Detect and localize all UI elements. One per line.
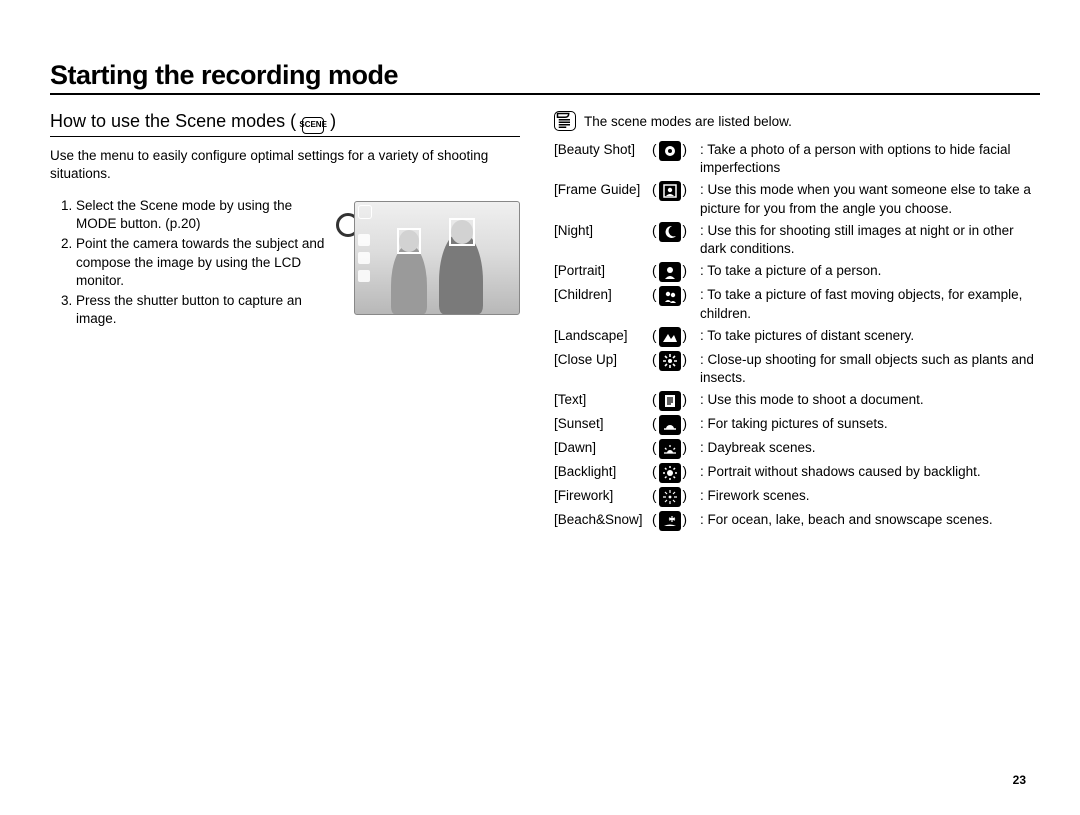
scene-description: : To take pictures of distant scenery. bbox=[700, 327, 1040, 345]
lcd-mode-icon bbox=[358, 205, 372, 219]
scene-icon-cell: () bbox=[652, 181, 698, 201]
page-number: 23 bbox=[1013, 773, 1026, 787]
scene-icon-cell: () bbox=[652, 487, 698, 507]
scene-label: [Dawn] bbox=[554, 439, 650, 457]
scene-mode-table: [Beauty Shot](): Take a photo of a perso… bbox=[554, 141, 1040, 531]
scene-label: [Night] bbox=[554, 222, 650, 240]
scene-description: : Use this for shooting still images at … bbox=[700, 222, 1040, 258]
scene-row: [Backlight](): Portrait without shadows … bbox=[554, 463, 1040, 483]
landscape-icon bbox=[659, 327, 681, 347]
beauty-icon bbox=[659, 141, 681, 161]
focus-box-icon bbox=[449, 218, 475, 246]
scene-icon-cell: () bbox=[652, 286, 698, 306]
scene-icon-cell: () bbox=[652, 511, 698, 531]
scene-label: [Backlight] bbox=[554, 463, 650, 481]
scene-description: : To take a picture of fast moving objec… bbox=[700, 286, 1040, 322]
scene-icon-cell: () bbox=[652, 439, 698, 459]
left-column: How to use the Scene modes ( SCENE ) Use… bbox=[50, 111, 520, 535]
scene-row: [Text](): Use this mode to shoot a docum… bbox=[554, 391, 1040, 411]
steps-and-figure: Select the Scene mode by using the MODE … bbox=[50, 197, 520, 331]
scene-description: : Daybreak scenes. bbox=[700, 439, 1040, 457]
scene-description: : To take a picture of a person. bbox=[700, 262, 1040, 280]
step-item: Press the shutter button to capture an i… bbox=[76, 292, 334, 328]
scene-icon-cell: () bbox=[652, 141, 698, 161]
scene-row: [Firework](): Firework scenes. bbox=[554, 487, 1040, 507]
night-icon bbox=[659, 222, 681, 242]
scene-row: [Beauty Shot](): Take a photo of a perso… bbox=[554, 141, 1040, 177]
scene-description: : Use this mode when you want someone el… bbox=[700, 181, 1040, 217]
scene-icon-cell: () bbox=[652, 262, 698, 282]
step-item: Select the Scene mode by using the MODE … bbox=[76, 197, 334, 233]
scene-row: [Portrait](): To take a picture of a per… bbox=[554, 262, 1040, 282]
scene-label: [Frame Guide] bbox=[554, 181, 650, 199]
steps-list: Select the Scene mode by using the MODE … bbox=[50, 197, 334, 331]
frame-icon bbox=[659, 181, 681, 201]
backlight-icon bbox=[659, 463, 681, 483]
children-icon bbox=[659, 286, 681, 306]
subhead-text: How to use the Scene modes ( bbox=[50, 111, 296, 132]
scene-description: : Firework scenes. bbox=[700, 487, 1040, 505]
scene-label: [Text] bbox=[554, 391, 650, 409]
scene-row: [Dawn](): Daybreak scenes. bbox=[554, 439, 1040, 459]
scene-row: [Beach&Snow](): For ocean, lake, beach a… bbox=[554, 511, 1040, 531]
lcd-preview-figure bbox=[348, 197, 520, 315]
page-title: Starting the recording mode bbox=[50, 60, 1040, 95]
scene-row: [Sunset](): For taking pictures of sunse… bbox=[554, 415, 1040, 435]
scene-label: [Sunset] bbox=[554, 415, 650, 433]
scene-description: : For taking pictures of sunsets. bbox=[700, 415, 1040, 433]
scene-description: : Take a photo of a person with options … bbox=[700, 141, 1040, 177]
note-icon bbox=[554, 111, 576, 131]
intro-text: Use the menu to easily configure optimal… bbox=[50, 147, 520, 183]
scene-row: [Landscape](): To take pictures of dista… bbox=[554, 327, 1040, 347]
right-column: The scene modes are listed below. [Beaut… bbox=[554, 111, 1040, 535]
scene-label: [Beauty Shot] bbox=[554, 141, 650, 159]
portrait-icon bbox=[659, 262, 681, 282]
scene-description: : Portrait without shadows caused by bac… bbox=[700, 463, 1040, 481]
scene-icon-cell: () bbox=[652, 327, 698, 347]
lcd-side-icons bbox=[358, 234, 370, 282]
scene-label: [Children] bbox=[554, 286, 650, 304]
scene-description: : Use this mode to shoot a document. bbox=[700, 391, 1040, 409]
dawn-icon bbox=[659, 439, 681, 459]
scene-description: : For ocean, lake, beach and snowscape s… bbox=[700, 511, 1040, 529]
step-item: Point the camera towards the subject and… bbox=[76, 235, 334, 290]
focus-box-icon bbox=[397, 228, 421, 254]
sunset-icon bbox=[659, 415, 681, 435]
scene-icon-cell: () bbox=[652, 463, 698, 483]
scene-mode-icon: SCENE bbox=[302, 117, 324, 134]
beachsnow-icon bbox=[659, 511, 681, 531]
scene-icon-cell: () bbox=[652, 415, 698, 435]
note-text: The scene modes are listed below. bbox=[584, 114, 792, 129]
scene-label: [Landscape] bbox=[554, 327, 650, 345]
scene-label: [Beach&Snow] bbox=[554, 511, 650, 529]
closeup-icon bbox=[659, 351, 681, 371]
scene-row: [Close Up](): Close-up shooting for smal… bbox=[554, 351, 1040, 387]
scene-row: [Frame Guide](): Use this mode when you … bbox=[554, 181, 1040, 217]
scene-icon-cell: () bbox=[652, 222, 698, 242]
scene-description: : Close-up shooting for small objects su… bbox=[700, 351, 1040, 387]
scene-label: [Close Up] bbox=[554, 351, 650, 369]
scene-icon-cell: () bbox=[652, 391, 698, 411]
scene-row: [Night](): Use this for shooting still i… bbox=[554, 222, 1040, 258]
note-row: The scene modes are listed below. bbox=[554, 111, 1040, 131]
lcd-screen bbox=[354, 201, 520, 315]
firework-icon bbox=[659, 487, 681, 507]
section-subhead: How to use the Scene modes ( SCENE ) bbox=[50, 111, 520, 137]
scene-row: [Children](): To take a picture of fast … bbox=[554, 286, 1040, 322]
text-icon bbox=[659, 391, 681, 411]
subhead-close: ) bbox=[330, 111, 336, 132]
scene-label: [Firework] bbox=[554, 487, 650, 505]
two-column-layout: How to use the Scene modes ( SCENE ) Use… bbox=[50, 111, 1040, 535]
manual-page: Starting the recording mode How to use t… bbox=[0, 0, 1080, 815]
scene-label: [Portrait] bbox=[554, 262, 650, 280]
scene-icon-cell: () bbox=[652, 351, 698, 371]
